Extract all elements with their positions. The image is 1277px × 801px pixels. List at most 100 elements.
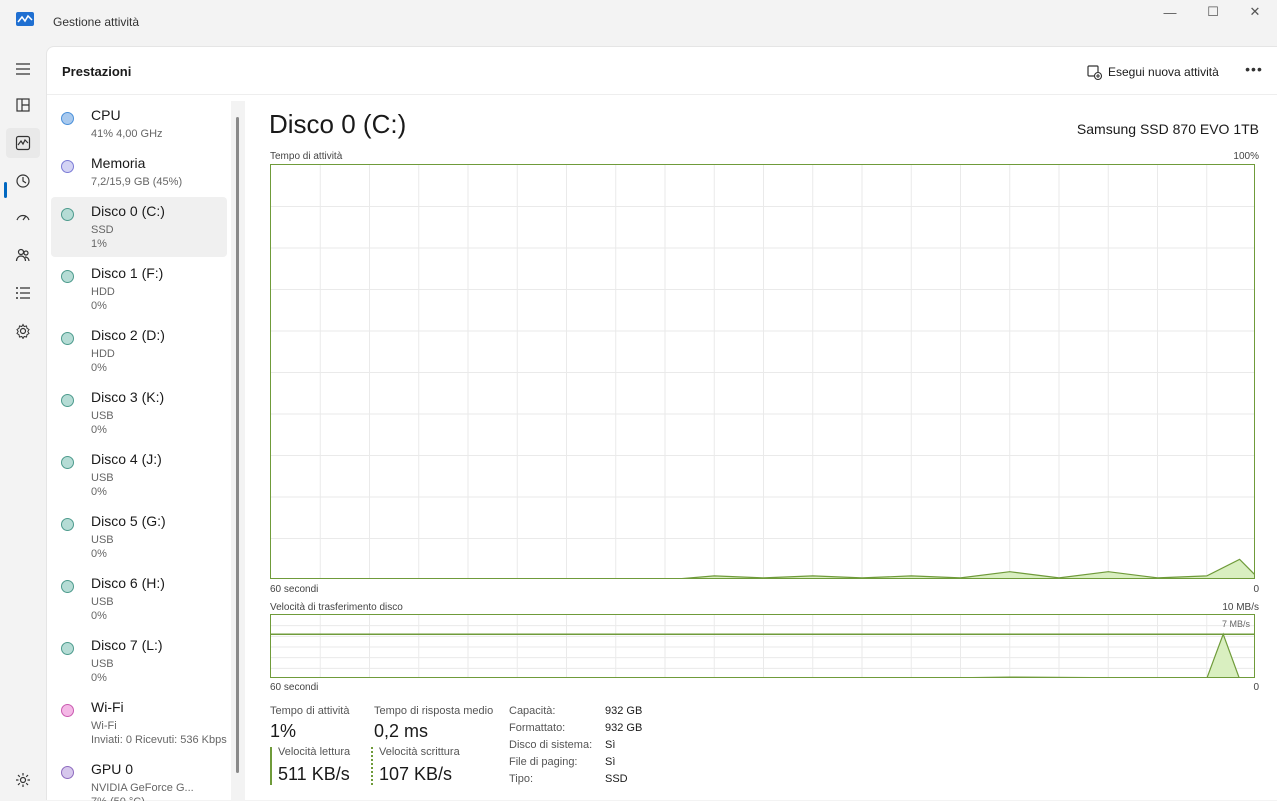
activity-graph: [270, 164, 1255, 579]
perf-item-memoria[interactable]: Memoria 7,2/15,9 GB (45%): [51, 149, 227, 195]
perf-item-disco-0-c[interactable]: Disco 0 (C:) SSD 1%: [51, 197, 227, 257]
perf-item-disco-5-g[interactable]: Disco 5 (G:) USB 0%: [51, 507, 227, 567]
navigation-rail: [0, 46, 46, 800]
perf-item-disco-3-k[interactable]: Disco 3 (K:) USB 0%: [51, 383, 227, 443]
activity-graph-label: Tempo di attività: [270, 151, 343, 162]
read-speed-indicator: [270, 747, 272, 785]
property-label: Disco di sistema:: [509, 739, 593, 751]
perf-item-disco-1-f[interactable]: Disco 1 (F:) HDD 0%: [51, 259, 227, 319]
property-label: Tipo:: [509, 773, 534, 785]
graph-color-icon: [61, 580, 74, 593]
transfer-marker-label: 7 MB/s: [1221, 619, 1250, 629]
item-value: 0%: [91, 548, 107, 560]
perf-item-disco-4-j[interactable]: Disco 4 (J:) USB 0%: [51, 445, 227, 505]
disk-detail-panel: Disco 0 (C:) Samsung SSD 870 EVO 1TB Tem…: [269, 101, 1259, 801]
read-speed-value: 511 KB/s: [278, 764, 350, 784]
history-icon[interactable]: [6, 166, 40, 196]
settings-icon[interactable]: [6, 765, 40, 795]
graph-color-icon: [61, 160, 74, 173]
window-title: Gestione attività: [53, 15, 140, 29]
write-speed-label: Velocità scrittura: [379, 746, 460, 758]
activity-time-label: 60 secondi: [270, 584, 319, 595]
response-time-value: 0,2 ms: [374, 721, 429, 741]
item-name: Disco 5 (G:): [91, 513, 166, 529]
item-name: Disco 7 (L:): [91, 637, 163, 653]
write-speed-value: 107 KB/s: [379, 764, 453, 784]
item-detail: 7,2/15,9 GB (45%): [91, 176, 183, 188]
users-icon[interactable]: [6, 240, 40, 270]
minimize-button[interactable]: —: [1147, 4, 1193, 20]
item-value: 0%: [91, 486, 107, 498]
graph-color-icon: [61, 456, 74, 469]
list-scrollbar[interactable]: [231, 101, 245, 801]
activity-graph-canvas: [271, 165, 1254, 578]
item-value: Inviati: 0 Ricevuti: 536 Kbps: [91, 734, 227, 746]
graph-color-icon: [61, 518, 74, 531]
item-name: GPU 0: [91, 761, 134, 777]
task-manager-app-icon: [16, 12, 34, 26]
transfer-graph-label: Velocità di trasferimento disco: [270, 602, 403, 613]
item-value: 0%: [91, 424, 107, 436]
transfer-time-label: 60 secondi: [270, 682, 319, 693]
item-value: 0%: [91, 362, 107, 374]
perf-item-wi-fi[interactable]: Wi-Fi Wi-Fi Inviati: 0 Ricevuti: 536 Kbps: [51, 693, 227, 753]
item-detail: SSD: [91, 224, 114, 236]
item-name: Disco 6 (H:): [91, 575, 165, 591]
disk-model: Samsung SSD 870 EVO 1TB: [1076, 121, 1259, 137]
item-name: Memoria: [91, 155, 146, 171]
startup-icon[interactable]: [6, 202, 40, 232]
graph-color-icon: [61, 332, 74, 345]
performance-list: CPU 41% 4,00 GHz Memoria 7,2/15,9 GB (45%) D…: [51, 101, 227, 801]
write-speed-indicator: [371, 747, 373, 785]
run-task-icon: [1087, 64, 1102, 80]
property-value: Sì: [605, 756, 616, 768]
graph-color-icon: [61, 766, 74, 779]
maximize-button[interactable]: ☐: [1190, 4, 1236, 20]
perf-item-cpu[interactable]: CPU 41% 4,00 GHz: [51, 101, 227, 147]
perf-item-gpu-0[interactable]: GPU 0 NVIDIA GeForce G... 7% (50 °C): [51, 755, 227, 801]
perf-item-disco-2-d[interactable]: Disco 2 (D:) HDD 0%: [51, 321, 227, 381]
graph-color-icon: [61, 642, 74, 655]
page-title: Prestazioni: [62, 64, 132, 79]
transfer-graph-max: 10 MB/s: [1222, 602, 1259, 613]
active-time-label: Tempo di attività: [270, 705, 350, 717]
item-value: 0%: [91, 300, 107, 312]
transfer-zero-label: 0: [1253, 682, 1259, 693]
item-name: Disco 3 (K:): [91, 389, 165, 405]
run-new-task-button[interactable]: Esegui nuova attività: [1087, 62, 1219, 82]
property-value: SSD: [605, 773, 628, 785]
menu-icon[interactable]: [6, 54, 40, 84]
item-detail: USB: [91, 410, 114, 422]
perf-item-disco-7-l[interactable]: Disco 7 (L:) USB 0%: [51, 631, 227, 691]
graph-color-icon: [61, 270, 74, 283]
performance-icon[interactable]: [6, 128, 40, 158]
title-bar: Gestione attività — ☐ ✕: [0, 0, 1277, 46]
close-button[interactable]: ✕: [1232, 4, 1277, 20]
scrollbar-thumb[interactable]: [236, 117, 239, 773]
read-speed-label: Velocità lettura: [278, 746, 351, 758]
item-detail: USB: [91, 472, 114, 484]
more-options-button[interactable]: •••: [1243, 61, 1265, 81]
graph-color-icon: [61, 208, 74, 221]
processes-icon[interactable]: [6, 90, 40, 120]
property-value: Sì: [605, 739, 616, 751]
main-content: Prestazioni Esegui nuova attività ••• CP…: [46, 46, 1277, 801]
item-value: 1%: [91, 238, 107, 250]
property-value: 932 GB: [605, 705, 643, 717]
graph-color-icon: [61, 704, 74, 717]
transfer-graph-canvas: [271, 615, 1254, 677]
graph-color-icon: [61, 112, 74, 125]
details-icon[interactable]: [6, 278, 40, 308]
run-task-label: Esegui nuova attività: [1108, 65, 1219, 79]
response-time-label: Tempo di risposta medio: [374, 705, 494, 717]
item-value: 0%: [91, 610, 107, 622]
item-name: Disco 2 (D:): [91, 327, 165, 343]
perf-item-disco-6-h[interactable]: Disco 6 (H:) USB 0%: [51, 569, 227, 629]
property-label: Capacità:: [509, 705, 556, 717]
item-name: CPU: [91, 107, 121, 123]
item-value: 0%: [91, 672, 107, 684]
services-icon[interactable]: [6, 316, 40, 346]
item-detail: USB: [91, 534, 114, 546]
item-name: Disco 4 (J:): [91, 451, 162, 467]
activity-zero-label: 0: [1253, 584, 1259, 595]
